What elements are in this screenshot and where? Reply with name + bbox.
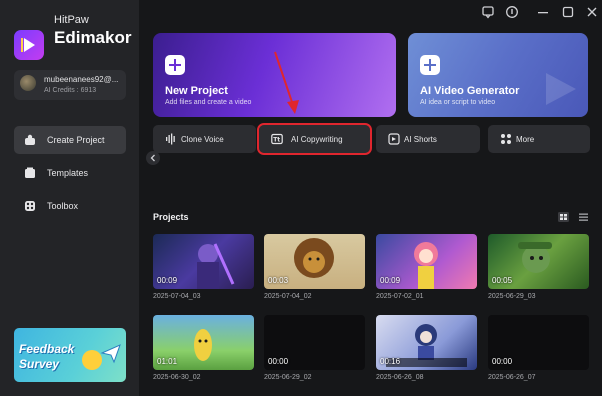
project-duration: 00:16	[380, 357, 401, 366]
annotation-arrow	[274, 51, 299, 114]
grid-dots-icon	[501, 134, 511, 144]
clone-voice-button[interactable]: Clone Voice	[153, 125, 256, 153]
project-duration: 00:00	[492, 357, 513, 366]
toolbox-icon	[25, 201, 35, 211]
project-name: 2025-07-02_01	[376, 293, 424, 300]
project-thumbnail[interactable]: 00:05	[488, 234, 589, 289]
list-view-icon[interactable]	[578, 212, 589, 222]
projects-heading: Projects	[153, 212, 189, 222]
maximize-icon[interactable]	[561, 5, 575, 19]
grid-view-icon[interactable]	[558, 212, 569, 222]
project-name: 2025-07-04_02	[264, 293, 312, 300]
templates-icon	[25, 167, 35, 178]
emoji-icon	[82, 350, 102, 370]
nav-toolbox[interactable]: Toolbox	[14, 192, 126, 220]
more-button[interactable]: More	[488, 125, 590, 153]
nav-create-project[interactable]: Create Project	[14, 126, 126, 154]
new-project-subtitle: Add files and create a video	[165, 99, 252, 106]
brand-company: HitPaw	[54, 14, 89, 26]
minimize-icon[interactable]	[536, 5, 550, 19]
feedback-chat-icon[interactable]	[481, 5, 495, 19]
ai-shorts-icon	[388, 133, 400, 145]
project-thumbnail[interactable]: 00:03	[264, 234, 365, 289]
ai-copywriting-label: AI Copywriting	[291, 135, 343, 144]
account-email: mubeenanees92@...	[44, 75, 119, 84]
project-name: 2025-06-29_02	[264, 374, 312, 381]
project-thumbnail[interactable]: 00:09	[153, 234, 254, 289]
project-thumbnail[interactable]: 00:09	[376, 234, 477, 289]
more-label: More	[516, 135, 535, 144]
play-decoration-icon	[546, 73, 576, 105]
feedback-title: Feedback	[19, 342, 75, 356]
project-name: 2025-07-04_03	[153, 293, 201, 300]
project-thumbnail[interactable]: 01:01	[153, 315, 254, 370]
plus-icon	[420, 55, 440, 75]
paper-plane-icon	[100, 344, 121, 364]
project-duration: 01:01	[157, 357, 178, 366]
feedback-survey-banner[interactable]: Feedback Survey	[14, 328, 126, 382]
project-name: 2025-06-30_02	[153, 374, 201, 381]
info-icon[interactable]	[505, 5, 519, 19]
collapse-sidebar-button[interactable]	[146, 151, 160, 165]
ai-credits: AI Credits : 6913	[44, 87, 97, 94]
chevron-left-icon	[150, 154, 155, 162]
project-duration: 00:00	[268, 357, 289, 366]
project-duration: 00:09	[157, 276, 178, 285]
svg-text:Tt: Tt	[273, 137, 280, 144]
text-box-icon: Tt	[271, 133, 283, 145]
project-duration: 00:05	[492, 276, 513, 285]
project-thumbnail[interactable]: 00:16	[376, 315, 477, 370]
project-name: 2025-06-29_03	[488, 293, 536, 300]
sidebar: HitPaw Edimakor mubeenanees92@... AI Cre…	[0, 0, 139, 396]
ai-shorts-button[interactable]: AI Shorts	[376, 125, 480, 153]
nav-templates[interactable]: Templates	[14, 159, 126, 187]
avatar[interactable]	[20, 75, 36, 91]
ai-copywriting-button[interactable]: Tt AI Copywriting	[257, 123, 372, 155]
clone-voice-label: Clone Voice	[181, 135, 224, 144]
nav-label: Toolbox	[47, 201, 79, 211]
new-project-title: New Project	[165, 85, 228, 97]
nav-label: Templates	[47, 168, 89, 178]
create-project-icon	[25, 134, 35, 145]
close-icon[interactable]	[585, 5, 599, 19]
ai-video-generator-card[interactable]: AI Video Generator AI idea or script to …	[408, 33, 588, 117]
brand-name: Edimakor	[54, 28, 132, 47]
project-name: 2025-06-26_07	[488, 374, 536, 381]
plus-icon	[165, 55, 185, 75]
survey-title: Survey	[19, 357, 60, 371]
project-duration: 00:03	[268, 276, 289, 285]
project-duration: 00:09	[380, 276, 401, 285]
waveform-icon	[166, 133, 175, 145]
edimakor-logo-icon	[14, 30, 44, 60]
project-thumbnail[interactable]: 00:00	[264, 315, 365, 370]
ai-video-generator-title: AI Video Generator	[420, 85, 520, 97]
ai-shorts-label: AI Shorts	[404, 135, 437, 144]
ai-video-generator-subtitle: AI idea or script to video	[420, 99, 496, 106]
account-panel[interactable]: mubeenanees92@... AI Credits : 6913	[14, 70, 126, 100]
nav-label: Create Project	[47, 135, 105, 145]
project-thumbnail[interactable]: 00:00	[488, 315, 589, 370]
project-name: 2025-06-26_08	[376, 374, 424, 381]
